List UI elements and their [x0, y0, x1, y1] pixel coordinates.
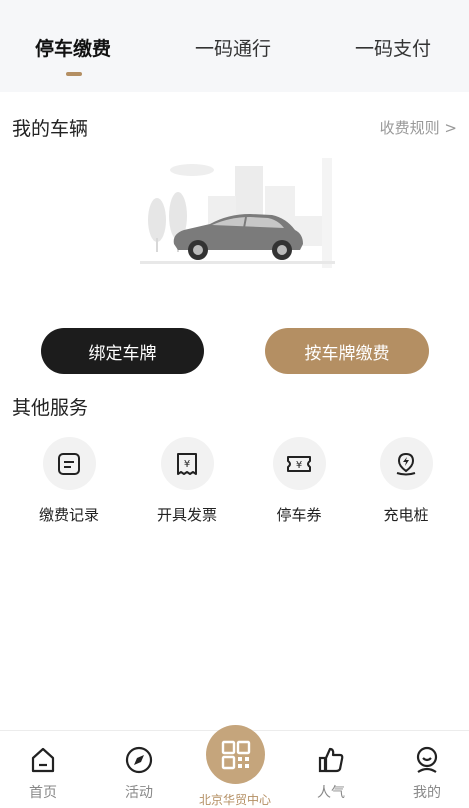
service-label: 停车券 [276, 506, 322, 524]
nav-label: 活动 [125, 785, 153, 801]
service-charging-pile[interactable]: 充电桩 [351, 437, 461, 525]
tab-code-pass[interactable]: 一码通行 [195, 34, 271, 61]
home-icon [31, 747, 55, 773]
active-tab-indicator [66, 72, 82, 76]
pay-by-plate-button[interactable]: 按车牌缴费 [265, 328, 429, 374]
bottom-nav: 首页 活动 北京华贸中心 人气 我的 [0, 725, 469, 808]
nav-activity[interactable]: 活动 [104, 746, 174, 802]
compass-icon [125, 746, 153, 774]
tab-parking-payment[interactable]: 停车缴费 [35, 34, 111, 61]
service-payment-records[interactable]: 缴费记录 [14, 437, 124, 525]
service-invoice[interactable]: ¥ 开具发票 [132, 437, 242, 525]
service-label: 充电桩 [383, 506, 429, 524]
nav-label: 我的 [413, 785, 441, 801]
tab-code-pay[interactable]: 一码支付 [355, 34, 431, 61]
thumbs-up-icon [318, 747, 344, 773]
charging-location-icon [396, 452, 416, 475]
service-label: 开具发票 [156, 506, 217, 524]
profile-icon [416, 746, 438, 773]
nav-home[interactable]: 首页 [8, 746, 78, 802]
bind-plate-button[interactable]: 绑定车牌 [41, 328, 204, 374]
qr-code-icon [221, 740, 250, 769]
car-illustration [140, 158, 335, 268]
coupon-icon: ¥ [287, 455, 311, 472]
svg-text:¥: ¥ [184, 459, 190, 470]
service-parking-coupon[interactable]: ¥ 停车券 [244, 437, 354, 525]
nav-label: 首页 [29, 785, 57, 801]
nav-label: 人气 [317, 785, 345, 801]
service-label: 缴费记录 [38, 506, 99, 524]
other-services-title: 其他服务 [12, 397, 89, 419]
nav-popularity[interactable]: 人气 [296, 746, 366, 802]
receipt-list-icon [58, 452, 80, 475]
center-label: 北京华贸中心 [198, 793, 271, 807]
fee-rules-link[interactable]: 收费规则 > [380, 117, 457, 138]
invoice-icon: ¥ [177, 452, 197, 475]
nav-mine[interactable]: 我的 [392, 746, 462, 802]
center-qr-button[interactable] [206, 725, 265, 784]
top-tabs: 停车缴费 一码通行 一码支付 [0, 0, 469, 92]
my-vehicle-title: 我的车辆 [12, 118, 89, 140]
svg-text:¥: ¥ [296, 460, 302, 471]
